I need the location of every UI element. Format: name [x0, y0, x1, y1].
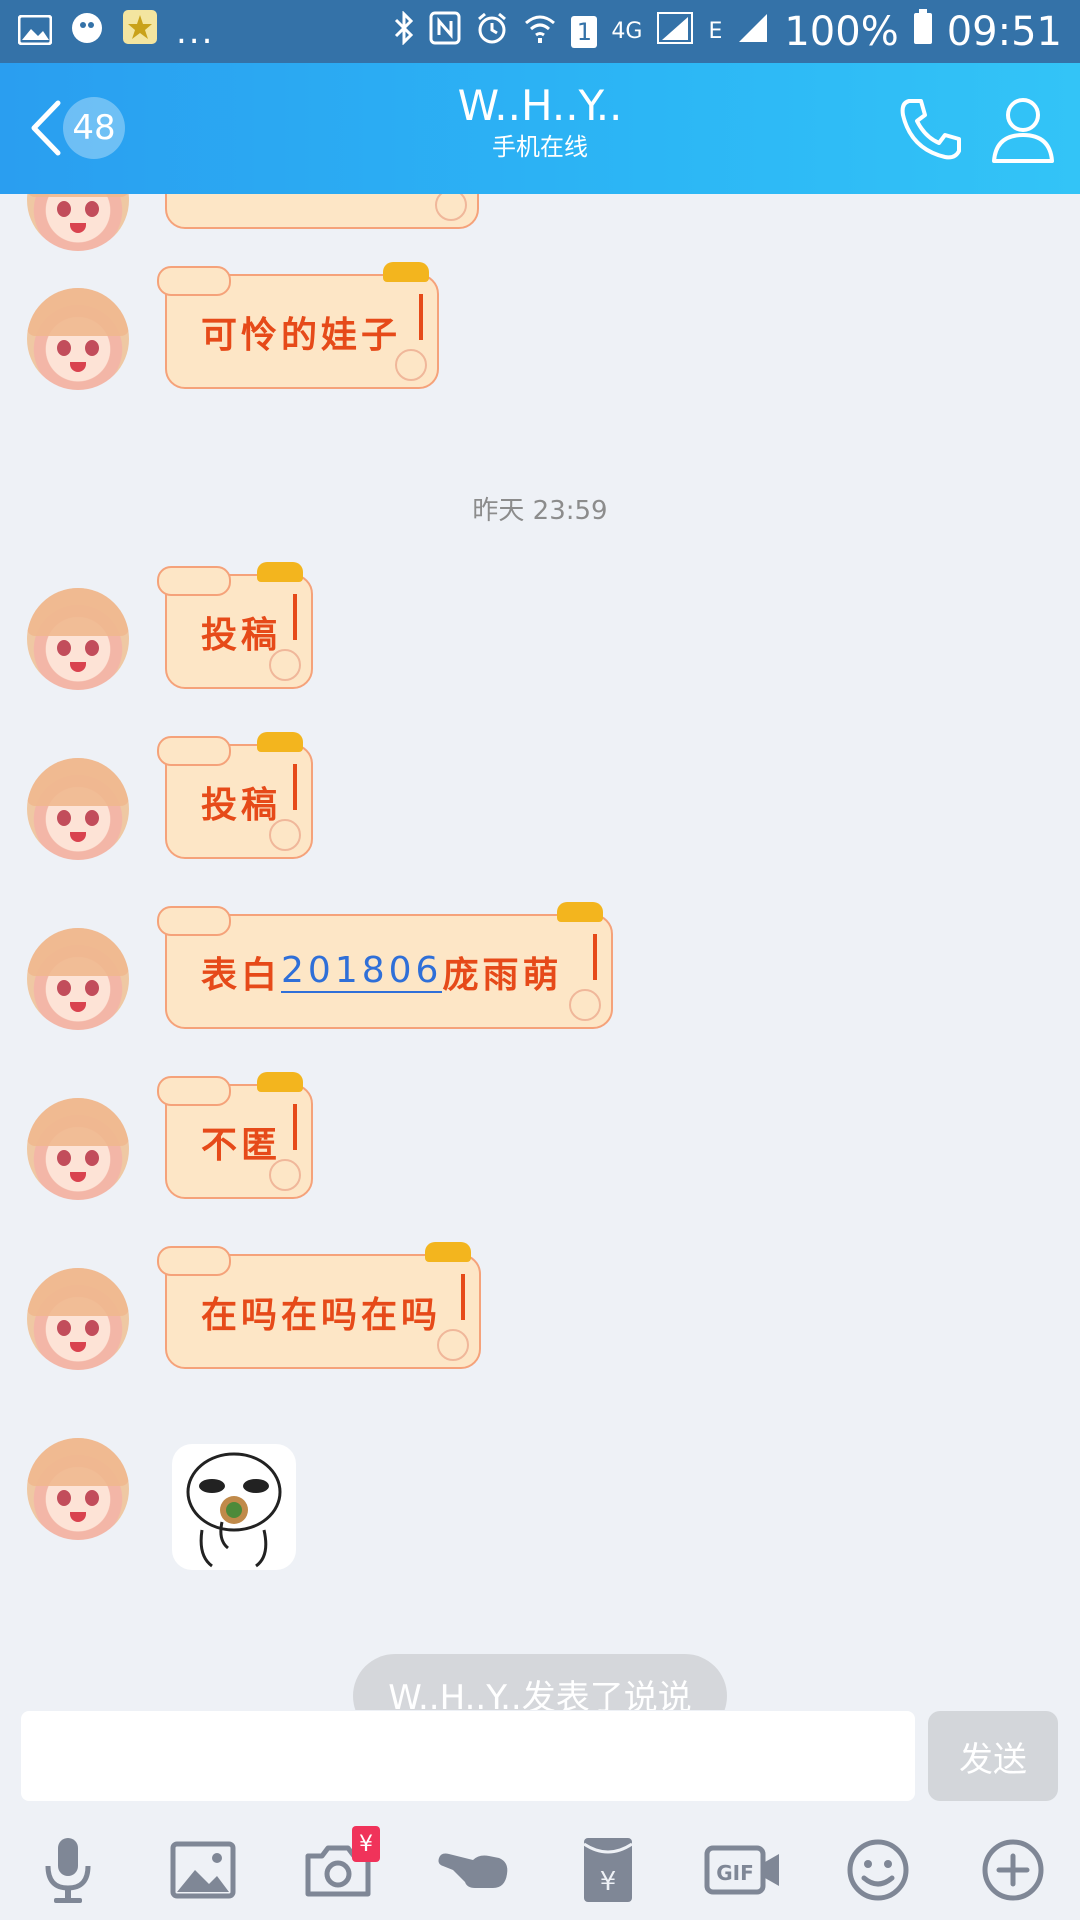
contact-avatar[interactable] [27, 1268, 129, 1370]
contact-avatar[interactable] [27, 928, 129, 1030]
more-notifications: ... [176, 11, 215, 52]
message-text: 投稿 [201, 784, 282, 826]
message-bubble[interactable]: 投稿 [157, 732, 313, 859]
alarm-icon [475, 10, 509, 54]
contact-avatar[interactable] [27, 194, 129, 251]
voice-call-button[interactable] [895, 93, 967, 165]
gif-button[interactable]: GIF [703, 1830, 783, 1910]
photo-button[interactable] [163, 1830, 243, 1910]
nfc-icon [429, 10, 461, 54]
message-text: 在吗在吗在吗 [201, 1294, 442, 1336]
network-4g-label: 4G [611, 19, 643, 44]
battery-icon [913, 9, 933, 54]
message-bubble[interactable]: 表白 201806 庞雨萌 [157, 902, 613, 1029]
emoji-icon [847, 1839, 909, 1901]
message-bubble[interactable] [165, 194, 479, 229]
red-packet-icon: ¥ [583, 1838, 633, 1902]
message-text: 投稿 [201, 614, 282, 656]
battery-percent: 100% [784, 8, 899, 55]
sticker-message[interactable] [172, 1444, 296, 1570]
clock: 09:51 [946, 8, 1062, 55]
profile-button[interactable] [990, 93, 1056, 165]
user-icon [992, 98, 1054, 163]
svg-text:GIF: GIF [716, 1861, 754, 1885]
contact-avatar[interactable] [27, 1098, 129, 1200]
message-text-suffix: 庞雨萌 [442, 954, 563, 996]
message-text: 可怜的娃子 [201, 314, 402, 356]
feed-update-notice[interactable]: W..H..Y..发表了说说 [353, 1654, 727, 1710]
mic-icon [45, 1838, 91, 1903]
gif-icon: GIF [704, 1845, 779, 1895]
star-app-notification-icon [122, 9, 158, 54]
status-bar: ... 1 4G E 100% 09:51 [0, 0, 1080, 63]
message-bubble[interactable]: 投稿 [157, 562, 313, 689]
plus-icon [982, 1839, 1044, 1901]
chat-header: 48 W..H..Y.. 手机在线 [0, 63, 1080, 194]
number-link[interactable]: 201806 [281, 950, 443, 993]
message-list[interactable]: 可怜的娃子 昨天 23:59 投稿 投稿 表白 201806 庞雨萌 不匿 在吗… [0, 194, 1080, 1710]
input-area: 发送 ¥ ¥ GIF [0, 1710, 1080, 1920]
contact-avatar[interactable] [27, 588, 129, 690]
message-text-prefix: 表白 [201, 954, 282, 996]
red-packet-badge: ¥ [352, 1826, 380, 1862]
send-button[interactable]: 发送 [928, 1711, 1058, 1801]
contact-avatar[interactable] [27, 288, 129, 390]
qq-notification-icon [70, 10, 104, 54]
more-button[interactable] [973, 1830, 1053, 1910]
network-e-label: E [708, 19, 723, 44]
bluetooth-icon [393, 9, 415, 54]
input-toolbar: ¥ ¥ GIF [0, 1826, 1080, 1920]
meme-face-sticker [186, 1452, 282, 1568]
contact-avatar[interactable] [27, 758, 129, 860]
message-bubble[interactable]: 不匿 [157, 1072, 313, 1199]
message-text: 不匿 [201, 1124, 282, 1166]
svg-text:¥: ¥ [600, 1867, 617, 1897]
wifi-calling-icon [523, 10, 557, 54]
signal-icon-sim1 [656, 10, 694, 54]
red-packet-button[interactable]: ¥ [568, 1830, 648, 1910]
poke-icon [438, 1853, 508, 1888]
signal-icon-sim2 [736, 10, 770, 54]
time-divider: 昨天 23:59 [472, 496, 608, 526]
emoji-button[interactable] [838, 1830, 918, 1910]
contact-avatar[interactable] [27, 1438, 129, 1540]
gallery-notification-icon [17, 10, 53, 54]
message-bubble[interactable]: 在吗在吗在吗 [157, 1242, 481, 1369]
sim-slot-icon: 1 [571, 15, 598, 48]
voice-input-button[interactable] [28, 1830, 108, 1910]
phone-icon [900, 99, 961, 160]
poke-button[interactable] [433, 1830, 513, 1910]
message-bubble[interactable]: 可怜的娃子 [157, 262, 439, 389]
image-icon [170, 1841, 236, 1899]
message-input[interactable] [21, 1711, 915, 1801]
